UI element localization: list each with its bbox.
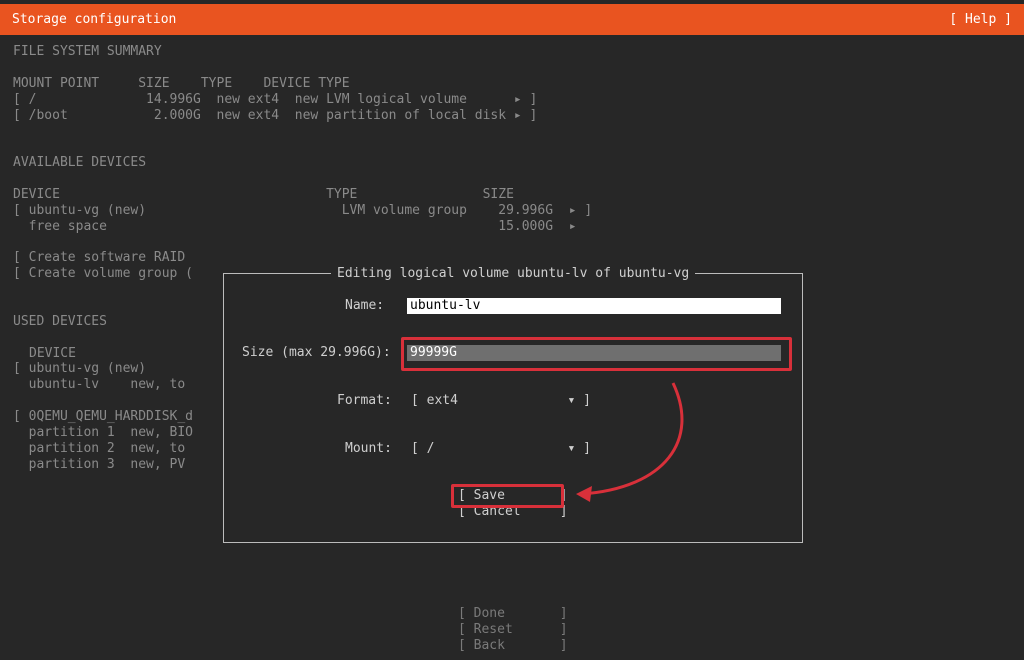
back-button[interactable]: [ Back ] [458, 638, 568, 654]
done-button[interactable]: [ Done ] [458, 606, 568, 622]
reset-button[interactable]: [ Reset ] [458, 622, 568, 638]
annotation-arrow-icon [576, 382, 684, 502]
